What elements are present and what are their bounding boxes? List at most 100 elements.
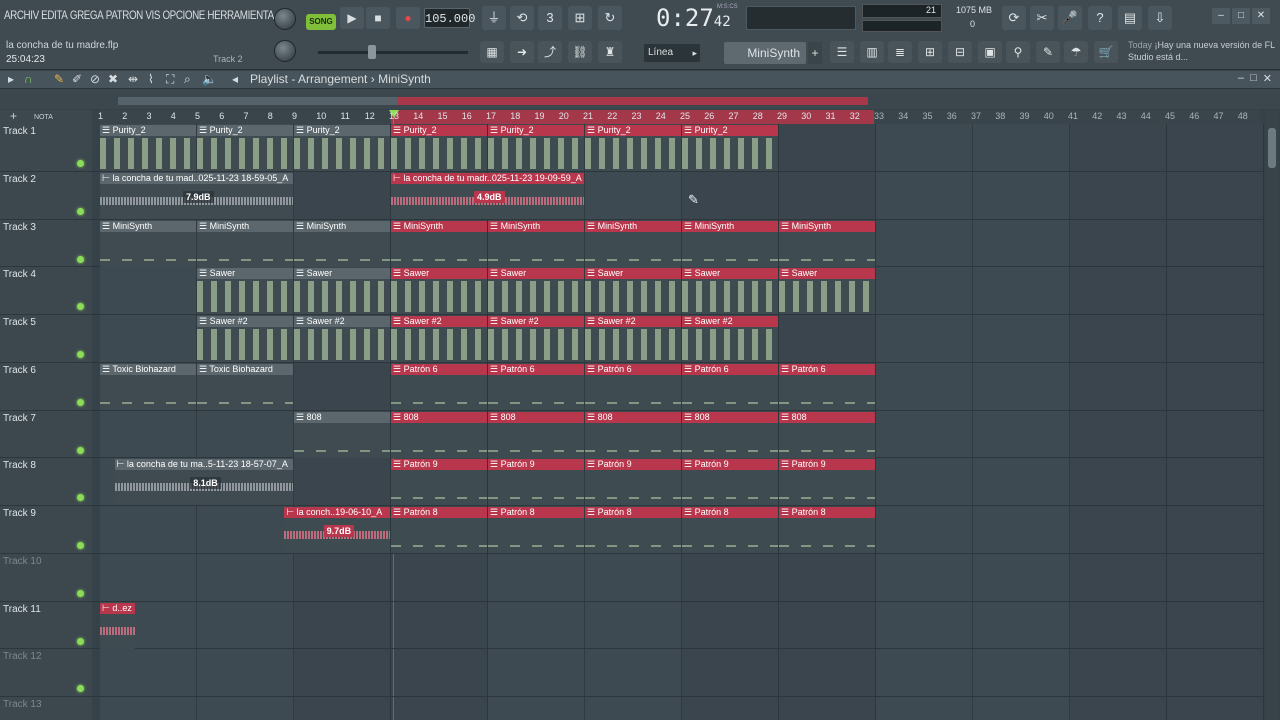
track-enable-led[interactable] bbox=[77, 398, 84, 406]
playlist-clip[interactable]: ☰ MiniSynth bbox=[294, 220, 390, 267]
playlist-clip[interactable]: ☰ MiniSynth bbox=[197, 220, 293, 267]
playlist-clip[interactable]: ☰ Sawer bbox=[585, 268, 681, 315]
slip-icon[interactable]: ⇹ bbox=[128, 72, 138, 86]
playlist-clip[interactable]: ☰ Toxic Biohazard bbox=[100, 363, 196, 410]
playlist-clip[interactable]: ☰ Patrón 9 bbox=[682, 459, 778, 506]
playlist-clip[interactable]: ☰ MiniSynth bbox=[488, 220, 584, 267]
track-enable-led[interactable] bbox=[77, 351, 84, 358]
playlist-clip[interactable]: ☰ Purity_2 bbox=[100, 125, 196, 171]
paint-icon[interactable]: ✐ bbox=[72, 72, 82, 86]
playlist-clip[interactable]: ☰ Sawer #2 bbox=[197, 316, 293, 362]
playlist-clip[interactable]: ☰ Sawer bbox=[779, 268, 875, 315]
countdown-icon[interactable]: 3 bbox=[538, 6, 562, 30]
magnet-icon[interactable]: ∩ bbox=[24, 72, 33, 86]
playlist-icon[interactable]: ☰ bbox=[830, 41, 854, 63]
project-icon[interactable]: ▣ bbox=[978, 41, 1002, 63]
add-channel-button[interactable]: + bbox=[808, 42, 822, 64]
track-name[interactable]: Track 9 bbox=[3, 508, 36, 519]
playlist-clip[interactable]: ☰ 808 bbox=[682, 411, 778, 458]
scrollbar-thumb[interactable] bbox=[1268, 128, 1276, 168]
snap-select[interactable]: Línea bbox=[644, 44, 700, 62]
playlist-clip[interactable]: ☰ Patrón 6 bbox=[585, 363, 681, 410]
playlist-clip[interactable]: ☰ Patrón 8 bbox=[682, 507, 778, 553]
track-enable-led[interactable] bbox=[77, 255, 84, 263]
playlist-clip[interactable]: ☰ Sawer bbox=[294, 268, 390, 315]
playlist-clip[interactable]: ☰ MiniSynth bbox=[585, 220, 681, 267]
playlist-clip[interactable]: ☰ Patrón 8 bbox=[779, 507, 875, 553]
playlist-clip[interactable]: ☰ Patrón 9 bbox=[488, 459, 584, 506]
playlist-clip[interactable]: ☰ Purity_2 bbox=[488, 125, 584, 171]
track-name[interactable]: Track 5 bbox=[3, 317, 36, 328]
wait-input-icon[interactable]: ⟲ bbox=[510, 6, 534, 30]
playlist-clip[interactable]: ☰ Sawer #2 bbox=[682, 316, 778, 362]
playlist-clip[interactable]: ⊢ la concha de tu mad..025-11-23 18-59-0… bbox=[100, 172, 293, 219]
delete-icon[interactable]: ⊘ bbox=[90, 72, 100, 86]
playlist-clip[interactable]: ☰ Sawer #2 bbox=[294, 316, 390, 362]
playlist-clip[interactable]: ☰ Patrón 6 bbox=[682, 363, 778, 410]
playlist-clip[interactable]: ☰ Patrón 9 bbox=[585, 459, 681, 506]
track-name[interactable]: Track 7 bbox=[3, 413, 36, 424]
track-enable-led[interactable] bbox=[77, 160, 84, 167]
menu-item-2[interactable]: GREGA bbox=[70, 8, 104, 22]
play-button[interactable]: ▶ bbox=[340, 7, 364, 29]
render-icon[interactable]: ⇩ bbox=[1148, 6, 1172, 30]
playlist-clip[interactable]: ☰ Purity_2 bbox=[391, 125, 487, 171]
stamp-icon[interactable]: ♜ bbox=[598, 41, 622, 63]
playlist-clip[interactable]: ☰ 808 bbox=[391, 411, 487, 458]
track-name[interactable]: Track 8 bbox=[3, 460, 36, 471]
browser-icon[interactable]: ⊟ bbox=[948, 41, 972, 63]
playlist-clip[interactable]: ⊢ la concha de tu madr..025-11-23 19-09-… bbox=[391, 172, 584, 219]
track-name[interactable]: Track 6 bbox=[3, 365, 36, 376]
undo-history-icon[interactable]: ⟳ bbox=[1002, 6, 1026, 30]
menu-item-6[interactable]: HERRAMIENTA bbox=[207, 8, 274, 22]
mute-icon[interactable]: ✖ bbox=[108, 72, 118, 86]
playlist-clip[interactable]: ☰ MiniSynth bbox=[779, 220, 875, 267]
cart-icon[interactable]: 🛒 bbox=[1094, 41, 1118, 63]
playlist-minimize-button[interactable]: – bbox=[1238, 72, 1244, 85]
menu-item-0[interactable]: ARCHIV bbox=[4, 8, 39, 22]
slice-icon[interactable]: ⌇ bbox=[148, 72, 154, 86]
menu-item-4[interactable]: VIS bbox=[145, 8, 160, 22]
playlist-clip[interactable]: ☰ Toxic Biohazard bbox=[197, 363, 293, 410]
zoom-icon[interactable]: ⌕ bbox=[184, 72, 191, 87]
track-name[interactable]: Track 2 bbox=[3, 174, 36, 185]
mixer-icon[interactable]: ≣ bbox=[888, 41, 912, 63]
playlist-clip[interactable]: ☰ Sawer bbox=[391, 268, 487, 315]
track-name[interactable]: Track 10 bbox=[3, 556, 42, 567]
save-icon[interactable]: ▤ bbox=[1118, 6, 1142, 30]
track-name[interactable]: Track 11 bbox=[3, 604, 41, 615]
shop-icon[interactable]: ☂ bbox=[1064, 41, 1088, 63]
track-name[interactable]: Track 4 bbox=[3, 269, 36, 280]
playlist-clip[interactable]: ☰ Patrón 6 bbox=[391, 363, 487, 410]
playlist-maximize-button[interactable]: □ bbox=[1250, 72, 1257, 85]
record-button[interactable]: ● bbox=[396, 7, 420, 29]
track-enable-led[interactable] bbox=[77, 542, 84, 549]
maximize-button[interactable]: □ bbox=[1232, 8, 1250, 24]
track-name[interactable]: Track 3 bbox=[3, 222, 36, 233]
master-slider[interactable] bbox=[318, 45, 468, 59]
microphone-icon[interactable]: 🎤 bbox=[1058, 6, 1082, 30]
step-edit-icon[interactable]: ⊞ bbox=[568, 6, 592, 30]
master-slider-handle[interactable] bbox=[368, 45, 376, 59]
playlist-clip[interactable]: ☰ Purity_2 bbox=[197, 125, 293, 171]
menu-item-1[interactable]: EDITA bbox=[41, 8, 68, 22]
playlist-clip[interactable]: ☰ Sawer bbox=[682, 268, 778, 315]
tempo-tap-icon[interactable]: ✎ bbox=[1036, 41, 1060, 63]
select-icon[interactable]: ⛶ bbox=[166, 72, 174, 87]
master-pitch-knob[interactable] bbox=[274, 40, 296, 62]
vertical-scrollbar[interactable] bbox=[1266, 110, 1278, 720]
menu-item-3[interactable]: PATRON bbox=[106, 8, 144, 22]
playlist-clip[interactable]: ☰ Patrón 8 bbox=[488, 507, 584, 553]
loop-record-icon[interactable]: ↻ bbox=[598, 6, 622, 30]
pencil-icon[interactable]: ✎ bbox=[54, 72, 64, 86]
playlist-clip[interactable]: ☰ Patrón 6 bbox=[488, 363, 584, 410]
track-name[interactable]: Track 12 bbox=[3, 651, 42, 662]
channel-rack-icon[interactable]: ▥ bbox=[860, 41, 884, 63]
wand-icon[interactable]: ⤴ bbox=[538, 41, 562, 63]
add-track-icon[interactable]: + bbox=[10, 109, 17, 123]
menu-item-5[interactable]: OPCIONE bbox=[162, 8, 205, 22]
playlist-clip[interactable]: ☰ MiniSynth bbox=[682, 220, 778, 267]
playlist-clip[interactable]: ⊢ la conch..19-06-10_A 9.7dB bbox=[284, 507, 390, 553]
playlist-clip[interactable]: ☰ Sawer #2 bbox=[391, 316, 487, 362]
playlist-clip[interactable]: ☰ 808 bbox=[488, 411, 584, 458]
